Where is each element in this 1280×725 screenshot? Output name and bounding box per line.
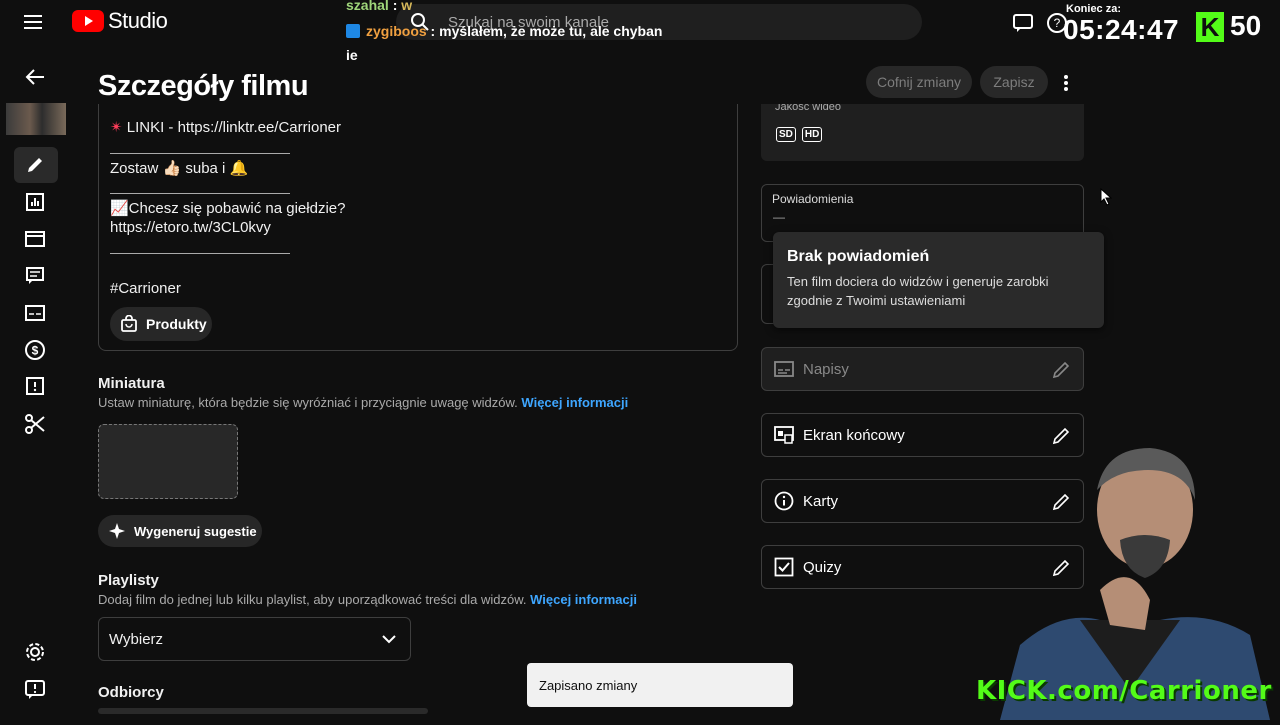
playlists-title: Playlisty (98, 572, 159, 589)
copyright-icon[interactable] (22, 374, 48, 400)
monetization-icon[interactable]: $ (22, 337, 48, 363)
end-screen-label: Ekran końcowy (803, 426, 905, 444)
thumbnail-title: Miniatura (98, 375, 165, 392)
mouse-cursor-icon (1100, 188, 1112, 206)
editor-scissors-icon[interactable] (22, 411, 48, 437)
notifications-value: — (773, 210, 785, 224)
description-line: 📈Chcesz się pobawić na giełdzie? (110, 200, 346, 217)
settings-icon[interactable] (22, 639, 48, 665)
subtitles-row[interactable]: Napisy (761, 347, 1084, 391)
tooltip-body: Ten film dociera do widzów i generuje za… (787, 274, 1049, 308)
checkbox-icon (774, 557, 794, 577)
chevron-down-icon (382, 635, 396, 644)
description-line: Zostaw 👍🏻 suba i 🔔 (110, 160, 249, 177)
thumbnail-upload-slot[interactable] (98, 424, 238, 499)
svg-text:?: ? (1054, 16, 1061, 30)
app-name: Studio (108, 8, 168, 33)
video-quality-label: Jakość wideo (775, 104, 842, 113)
snackbar-text: Zapisano zmiany (539, 677, 638, 693)
kick-count: 50 (1230, 10, 1262, 41)
quality-badge-hd: HD (801, 127, 823, 142)
save-button[interactable]: Zapisz (980, 66, 1048, 98)
chat-text-wrap: ie (346, 47, 358, 63)
send-feedback-icon[interactable] (22, 677, 48, 703)
notifications-label: Powiadomienia (772, 192, 854, 206)
chat-message: szahal : w (346, 0, 412, 13)
subtitles-icon[interactable] (22, 300, 48, 326)
sparkle-icon (109, 523, 125, 539)
thumbnail-subtitle: Ustaw miniaturę, która będzie się wyróżn… (98, 395, 629, 410)
timer-value: 05:24:47 (1063, 14, 1180, 45)
kick-badge: K (1196, 12, 1224, 42)
youtube-logo-icon (72, 10, 104, 32)
cards-label: Karty (803, 492, 839, 510)
studio-logo[interactable]: Studio (72, 8, 168, 34)
divider (110, 153, 290, 154)
top-actions: ? (1012, 12, 1068, 34)
sparkle-red-icon: ✴ (110, 119, 127, 136)
playlists-subtitle: Dodaj film do jednej lub kilku playlist,… (98, 592, 637, 607)
page-title: Szczegóły filmu (98, 70, 309, 102)
undo-changes-button[interactable]: Cofnij zmiany (866, 66, 972, 98)
analytics-icon[interactable] (22, 189, 48, 215)
description-line: ✴ LINKI - https://linktr.ee/Carrioner (110, 119, 341, 136)
svg-text:$: $ (32, 344, 39, 358)
thumbnail-more-link[interactable]: Więcej informacji (521, 395, 628, 410)
info-icon (774, 491, 794, 511)
quizzes-label: Quizy (803, 558, 842, 576)
sidebar: $ (0, 50, 72, 720)
products-button[interactable]: Produkty (110, 307, 212, 341)
quality-badge-sd: SD (776, 127, 796, 142)
snackbar-saved: Zapisano zmiany (527, 663, 793, 707)
kick-url-overlay: KICK.com/Carrioner (976, 676, 1272, 706)
description-line: https://etoro.tw/3CL0kvy (110, 219, 271, 236)
subtitles-label: Napisy (803, 360, 849, 378)
chat-text: myślałem, że może tu, ale chyban (439, 23, 663, 39)
generate-suggestions-label: Wygeneruj sugestie (134, 523, 257, 539)
audience-title: Odbiorcy (98, 684, 164, 701)
edit-icon[interactable] (22, 152, 48, 178)
content-icon[interactable] (22, 226, 48, 252)
playlist-select[interactable]: Wybierz (98, 617, 411, 661)
notifications-tooltip: Brak powiadomień Ten film dociera do wid… (773, 232, 1104, 328)
shopping-bag-icon (121, 315, 137, 332)
divider (110, 193, 290, 194)
end-screen-icon (774, 426, 794, 444)
tooltip-title: Brak powiadomień (787, 248, 930, 265)
more-options-icon[interactable] (1058, 72, 1074, 94)
chat-username: szahal (346, 0, 389, 13)
generate-suggestions-button[interactable]: Wygeneruj sugestie (98, 515, 262, 547)
description-line: #Carrioner (110, 280, 181, 297)
video-thumbnail[interactable] (6, 103, 66, 135)
comments-icon[interactable] (22, 263, 48, 289)
chat-username: zygiboos (366, 23, 427, 39)
divider (110, 253, 290, 254)
menu-icon[interactable] (24, 12, 50, 32)
subtitles-icon (774, 361, 794, 377)
audience-text-cutoff (98, 708, 428, 714)
chat-text: w (401, 0, 413, 13)
back-arrow-icon[interactable] (24, 68, 46, 86)
chat-message: zygiboos : myślałem, że może tu, ale chy… (346, 23, 662, 39)
quality-badges: SD HD (776, 127, 823, 142)
playlist-select-value: Wybierz (109, 630, 164, 648)
pencil-icon[interactable] (1051, 360, 1071, 380)
products-label: Produkty (146, 316, 207, 332)
feedback-icon[interactable] (1012, 12, 1034, 34)
playlists-more-link[interactable]: Więcej informacji (530, 592, 637, 607)
chat-badge-icon (346, 24, 360, 38)
